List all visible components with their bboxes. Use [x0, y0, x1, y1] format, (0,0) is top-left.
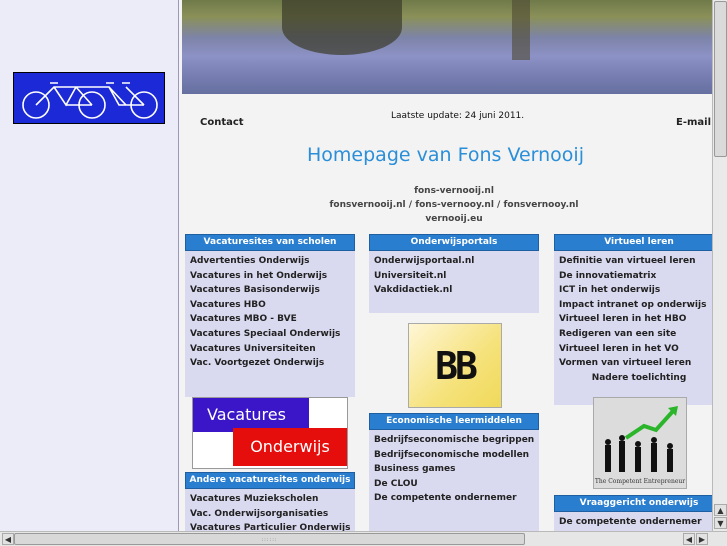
- domain-line: fons-vernooij.nl: [414, 186, 494, 196]
- section-header-virtueel-leren: Virtueel leren: [554, 234, 712, 251]
- link-item[interactable]: Vacatures Muziekscholen: [190, 492, 350, 507]
- competent-entrepreneur-logo[interactable]: The Competent Entrepreneur: [593, 397, 687, 489]
- link-item[interactable]: Vacatures Speciaal Onderwijs: [190, 327, 350, 342]
- main-frame: Contact Laatste update: 24 juni 2011. E-…: [179, 0, 712, 531]
- scroll-up-icon[interactable]: ▲: [714, 504, 727, 516]
- column-economische-leermiddelen: Economische leermiddelen Bedrijfseconomi…: [369, 413, 539, 531]
- horizontal-scroll-thumb[interactable]: ::::::: [14, 533, 525, 545]
- last-update-text: Laatste update: 24 juni 2011.: [391, 111, 525, 121]
- column-virtueel-leren: Virtueel leren Definitie van virtueel le…: [554, 234, 712, 405]
- link-item[interactable]: Business games: [374, 462, 534, 477]
- email-link[interactable]: E-mail: [676, 117, 711, 128]
- link-item[interactable]: Advertenties Onderwijs: [190, 254, 350, 269]
- growth-arrow-icon: [624, 406, 678, 440]
- link-item[interactable]: Virtueel leren in het HBO: [559, 312, 712, 327]
- vacatures-onderwijs-logo[interactable]: Vacatures Onderwijs: [192, 397, 348, 469]
- link-item[interactable]: Impact intranet op onderwijs: [559, 298, 712, 313]
- link-item[interactable]: Vacatures Universiteiten: [190, 342, 350, 357]
- section-header-onderwijsportals: Onderwijsportals: [369, 234, 539, 251]
- vertical-scroll-thumb[interactable]: [714, 1, 727, 157]
- link-item[interactable]: De competente ondernemer: [559, 515, 712, 530]
- link-item[interactable]: Universiteit.nl: [374, 269, 534, 284]
- link-item[interactable]: Vac. Voortgezet Onderwijs: [190, 356, 350, 371]
- logo-text-onderwijs: Onderwijs: [233, 428, 347, 466]
- banner-foliage: [282, 0, 402, 55]
- link-item[interactable]: Vacatures in het Onderwijs: [190, 269, 350, 284]
- bb-logo-text: BB: [435, 344, 478, 388]
- section-header-vacaturesites: Vacaturesites van scholen: [185, 234, 355, 251]
- link-item[interactable]: Virtueel leren in het VO: [559, 342, 712, 357]
- scroll-down-icon[interactable]: ▼: [714, 517, 727, 529]
- link-item[interactable]: Onderwijsportaal.nl: [374, 254, 534, 269]
- link-item[interactable]: Vacatures Particulier Onderwijs: [190, 521, 350, 531]
- vertical-scrollbar[interactable]: ▲ ▼: [712, 0, 727, 531]
- horizontal-scrollbar[interactable]: ◀ :::::: ◀ ▶: [0, 531, 727, 546]
- logo-caption: The Competent Entrepreneur: [594, 478, 686, 485]
- section-header-economische-leermiddelen: Economische leermiddelen: [369, 413, 539, 430]
- link-list: Bedrijfseconomische begrippen Bedrijfsec…: [369, 430, 539, 531]
- contact-link[interactable]: Contact: [200, 117, 244, 128]
- column-onderwijsportals: Onderwijsportals Onderwijsportaal.nl Uni…: [369, 234, 539, 313]
- scroll-left-icon[interactable]: ◀: [2, 533, 14, 545]
- column-vraaggericht-onderwijs: Vraaggericht onderwijs De competente ond…: [554, 495, 712, 531]
- link-item[interactable]: ICT in het onderwijs: [559, 283, 712, 298]
- link-item[interactable]: Vacatures Basisonderwijs: [190, 283, 350, 298]
- tandem-bike-logo[interactable]: [13, 72, 165, 124]
- section-header-andere-vacaturesites: Andere vacaturesites onderwijs: [185, 472, 355, 489]
- link-item[interactable]: Definitie van virtueel leren: [559, 254, 712, 269]
- page-title: Homepage van Fons Vernooij: [307, 144, 584, 166]
- banner-tree-trunk: [512, 0, 530, 60]
- domain-line: vernooij.eu: [425, 214, 483, 224]
- section-header-vraaggericht-onderwijs: Vraaggericht onderwijs: [554, 495, 712, 512]
- left-frame: [0, 0, 179, 531]
- domain-line: fonsvernooij.nl / fons-vernooy.nl / fons…: [329, 200, 579, 210]
- link-list: Advertenties Onderwijs Vacatures in het …: [185, 251, 355, 397]
- link-list: Vacatures Muziekscholen Vac. Onderwijsor…: [185, 489, 355, 531]
- link-list: De competente ondernemer: [554, 512, 712, 531]
- link-item[interactable]: Bedrijfseconomische begrippen: [374, 433, 534, 448]
- link-list: Definitie van virtueel leren De innovati…: [554, 251, 712, 405]
- link-item[interactable]: Vakdidactiek.nl: [374, 283, 534, 298]
- nadere-toelichting-link[interactable]: Nadere toelichting: [559, 371, 712, 383]
- column-andere-vacaturesites: Andere vacaturesites onderwijs Vacatures…: [185, 472, 355, 531]
- link-list: Onderwijsportaal.nl Universiteit.nl Vakd…: [369, 251, 539, 313]
- link-item[interactable]: De competente ondernemer: [374, 491, 534, 506]
- scroll-left-icon[interactable]: ◀: [683, 533, 695, 545]
- link-item[interactable]: Bedrijfseconomische modellen: [374, 448, 534, 463]
- bluebell-forest-banner: [182, 0, 712, 94]
- scroll-right-icon[interactable]: ▶: [696, 533, 708, 545]
- scroll-grip-icon: ::::::: [261, 537, 278, 543]
- logo-text-vacatures: Vacatures: [193, 398, 309, 432]
- link-item[interactable]: De CLOU: [374, 477, 534, 492]
- link-item[interactable]: Vac. Onderwijsorganisaties: [190, 507, 350, 522]
- link-item[interactable]: Vacatures HBO: [190, 298, 350, 313]
- link-item[interactable]: Redigeren van een site: [559, 327, 712, 342]
- bb-logo[interactable]: BB: [408, 323, 502, 408]
- link-item[interactable]: Vacatures MBO - BVE: [190, 312, 350, 327]
- column-vacaturesites: Vacaturesites van scholen Advertenties O…: [185, 234, 355, 397]
- link-item[interactable]: De innovatiematrix: [559, 269, 712, 284]
- bicycle-icon: [22, 82, 158, 119]
- link-item[interactable]: Vormen van virtueel leren: [559, 356, 712, 371]
